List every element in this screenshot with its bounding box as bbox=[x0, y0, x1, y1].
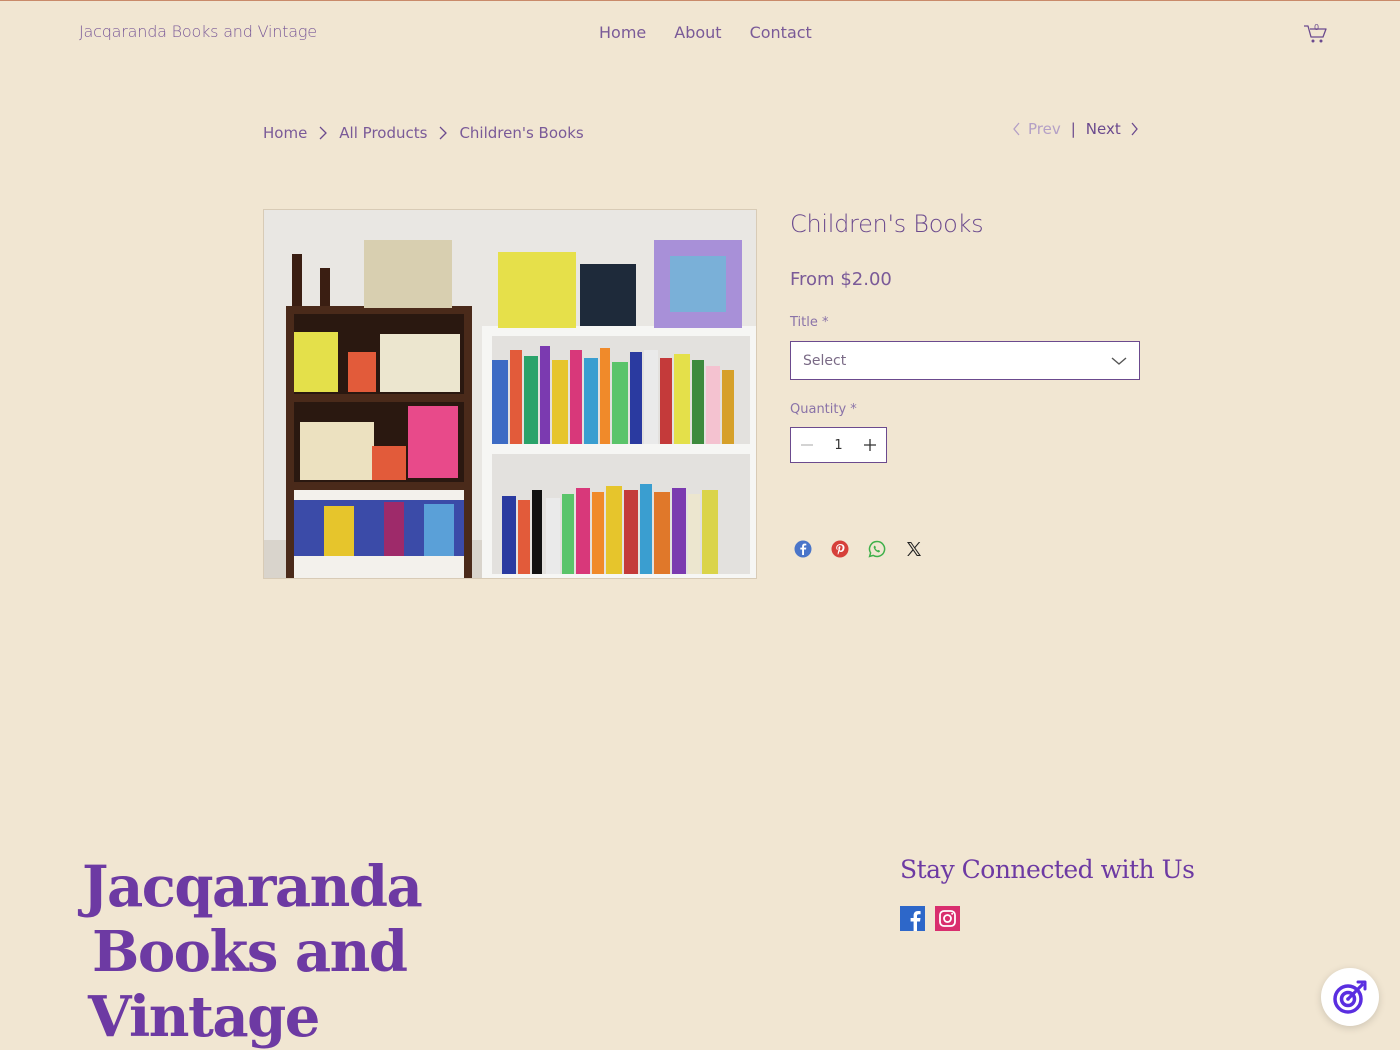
site-name[interactable]: Jacqaranda Books and Vintage bbox=[79, 22, 317, 41]
minus-icon bbox=[801, 444, 813, 446]
nav-contact[interactable]: Contact bbox=[750, 23, 812, 42]
title-option-label: Title * bbox=[790, 315, 829, 330]
facebook-link[interactable] bbox=[900, 906, 925, 931]
chevron-down-icon bbox=[1111, 356, 1127, 365]
product-title: Children's Books bbox=[790, 210, 984, 238]
product-image[interactable] bbox=[263, 209, 757, 579]
chevron-left-icon bbox=[1013, 122, 1020, 136]
next-label: Next bbox=[1085, 120, 1121, 138]
increment-button[interactable] bbox=[854, 428, 886, 462]
footer-brand: Jacqaranda Books and Vintage bbox=[82, 855, 502, 1050]
next-button[interactable]: Next bbox=[1086, 120, 1139, 138]
prev-button[interactable]: Prev bbox=[1012, 120, 1061, 138]
nav-home[interactable]: Home bbox=[599, 23, 646, 42]
target-arrow-icon bbox=[1333, 980, 1367, 1014]
instagram-link[interactable] bbox=[935, 906, 960, 931]
product-price: From $2.00 bbox=[790, 269, 892, 290]
whatsapp-icon bbox=[868, 540, 886, 558]
breadcrumb-home[interactable]: Home bbox=[263, 124, 307, 142]
prev-next-divider: | bbox=[1070, 120, 1076, 138]
title-select[interactable]: Select bbox=[790, 341, 1140, 380]
cart-button[interactable]: 0 bbox=[1302, 21, 1328, 45]
stay-connected-heading: Stay Connected with Us bbox=[900, 855, 1195, 884]
bookshelf-photo bbox=[264, 210, 756, 578]
chevron-right-icon bbox=[319, 126, 328, 140]
x-icon bbox=[907, 542, 921, 556]
whatsapp-share-button[interactable] bbox=[868, 540, 886, 558]
pinterest-icon bbox=[831, 540, 849, 558]
footer-brand-line: Vintage bbox=[88, 984, 320, 1050]
prev-next-nav: Prev | Next bbox=[1012, 120, 1139, 138]
facebook-share-button[interactable] bbox=[794, 540, 812, 558]
title-select-value: Select bbox=[803, 352, 847, 369]
chevron-right-icon bbox=[439, 126, 448, 140]
quantity-stepper: 1 bbox=[790, 427, 887, 463]
footer-brand-line: Books and bbox=[92, 919, 408, 985]
chat-widget-button[interactable] bbox=[1321, 968, 1379, 1026]
prev-label: Prev bbox=[1028, 120, 1061, 138]
facebook-icon bbox=[900, 906, 925, 931]
chevron-right-icon bbox=[1131, 122, 1138, 136]
share-buttons bbox=[794, 540, 923, 558]
breadcrumb-all-products[interactable]: All Products bbox=[339, 124, 427, 142]
quantity-input[interactable]: 1 bbox=[823, 438, 854, 453]
quantity-label: Quantity * bbox=[790, 402, 857, 417]
top-nav: Home About Contact bbox=[599, 23, 812, 42]
pinterest-share-button[interactable] bbox=[831, 540, 849, 558]
breadcrumb-current: Children's Books bbox=[459, 124, 584, 142]
breadcrumb: Home All Products Children's Books bbox=[263, 124, 584, 142]
facebook-icon bbox=[794, 540, 812, 558]
instagram-icon bbox=[935, 906, 960, 931]
footer-brand-line: Jacqaranda bbox=[82, 854, 423, 920]
x-share-button[interactable] bbox=[905, 540, 923, 558]
cart-count: 0 bbox=[1314, 23, 1320, 32]
plus-icon bbox=[864, 439, 876, 451]
decrement-button[interactable] bbox=[791, 428, 823, 462]
footer-social-links bbox=[900, 906, 960, 931]
nav-about[interactable]: About bbox=[674, 23, 721, 42]
